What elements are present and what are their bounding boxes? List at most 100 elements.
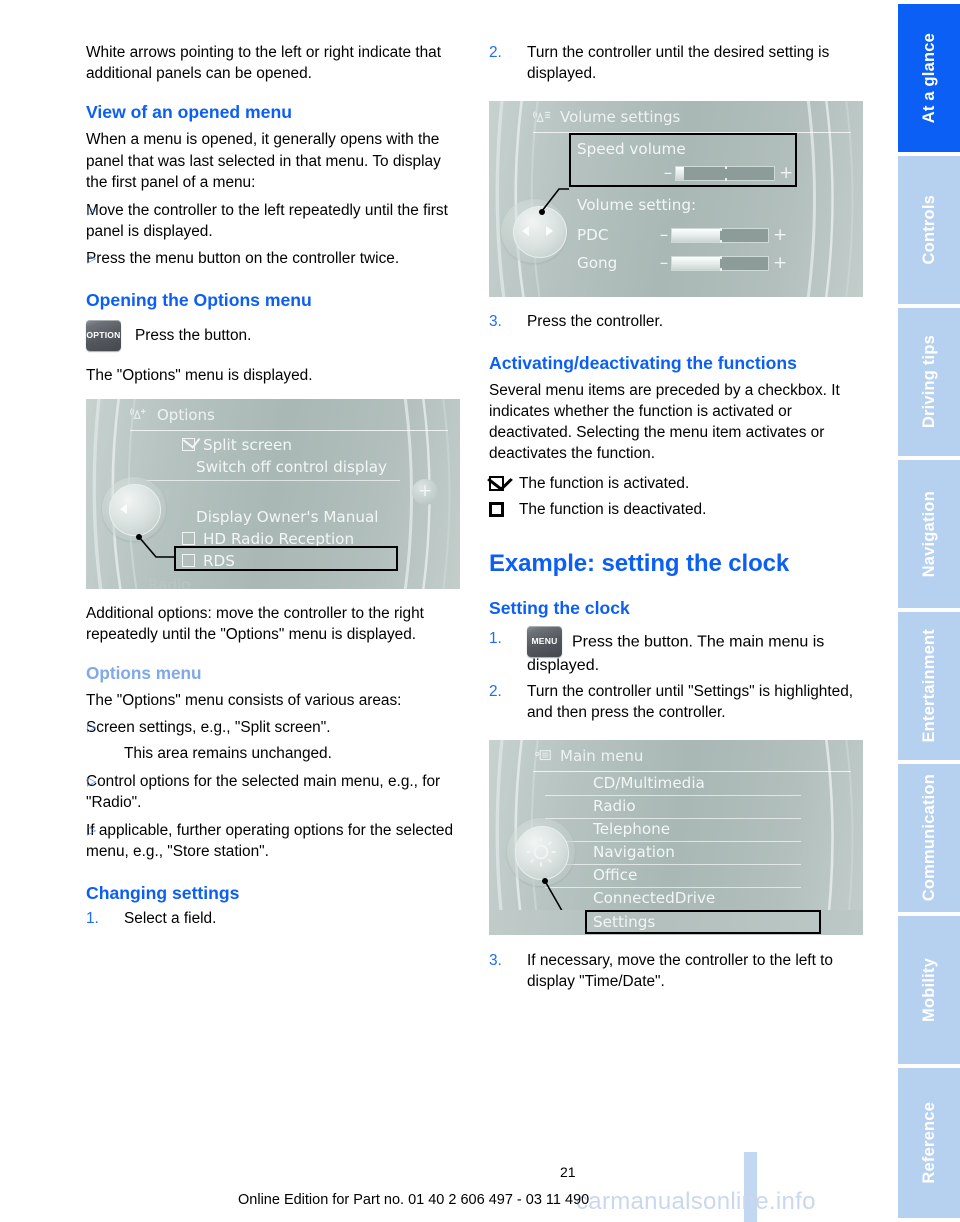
clock-step-1-row: 1. MENU Press the button. The main menu i… bbox=[489, 625, 863, 675]
cid-item-radio[interactable]: Radio bbox=[593, 796, 636, 816]
cid-selection-highlight bbox=[174, 545, 398, 571]
cid-header: Options bbox=[130, 406, 448, 431]
cid-item-connecteddrive[interactable]: ConnectedDrive bbox=[593, 888, 715, 908]
arrow-right-icon bbox=[546, 226, 553, 237]
cid-header: Volume settings bbox=[533, 108, 851, 134]
left-column: White arrows pointing to the left or rig… bbox=[86, 42, 460, 931]
checkbox-activated-row: The function is activated. bbox=[487, 469, 863, 494]
cid-item-label: Radio bbox=[148, 575, 191, 589]
menu-button-icon[interactable]: MENU bbox=[527, 625, 562, 657]
minus-label[interactable]: – bbox=[657, 253, 671, 273]
cid-selection-highlight bbox=[569, 133, 797, 188]
cid-selection-highlight bbox=[585, 910, 821, 935]
changing-step-1: 1. Select a field. bbox=[86, 908, 460, 929]
step-number: 2. bbox=[489, 44, 502, 61]
chapter-sidebar: At a glance Controls Driving tips Naviga… bbox=[888, 0, 960, 1222]
option-button-icon[interactable]: OPTION bbox=[86, 319, 121, 351]
checkbox-checked-icon[interactable] bbox=[182, 438, 195, 452]
leader-dot bbox=[136, 533, 142, 540]
list-item: ▷ Screen settings, e.g., "Split screen". bbox=[86, 717, 460, 738]
list-item: ▷ If applicable, further operating optio… bbox=[86, 820, 460, 862]
sidebar-tab-navigation[interactable]: Navigation bbox=[898, 460, 960, 608]
cid-item-office[interactable]: Office bbox=[593, 865, 637, 885]
cid-item-pdc[interactable]: PDC bbox=[577, 225, 608, 245]
view-body-paragraph: When a menu is opened, it generally open… bbox=[86, 131, 441, 191]
arrow-left-icon bbox=[120, 503, 127, 514]
cid-item-display-owners-manual[interactable]: Display Owner's Manual bbox=[196, 507, 379, 527]
options-bullet-list: ▷ Screen settings, e.g., "Split screen".… bbox=[86, 717, 460, 862]
cid-item-label: Gong bbox=[577, 254, 618, 273]
sidebar-tab-communication[interactable]: Communication bbox=[898, 764, 960, 912]
list-item: ▷ Control options for the selected main … bbox=[86, 771, 460, 813]
checkbox-deactivated-text: The function is deactivated. bbox=[519, 500, 707, 518]
cid-screenshot-volume-settings: Volume settings Speed volume – + Volume … bbox=[489, 101, 863, 298]
heading-setting-the-clock: Setting the clock bbox=[489, 597, 630, 618]
step-number: 3. bbox=[489, 313, 502, 331]
checkbox-unchecked-icon[interactable] bbox=[182, 532, 195, 546]
view-bullet-list: ▷ Move the controller to the left repeat… bbox=[86, 200, 460, 270]
plus-label[interactable]: + bbox=[773, 253, 787, 273]
cid-item-label: PDC bbox=[577, 226, 609, 245]
sidebar-tab-mobility[interactable]: Mobility bbox=[898, 916, 960, 1064]
slider-track[interactable] bbox=[671, 255, 769, 271]
cid-item-label: Office bbox=[593, 866, 638, 885]
cid-item-telephone[interactable]: Telephone bbox=[593, 819, 670, 839]
step-3-row: 3. Press the controller. bbox=[489, 311, 863, 332]
cid-header: Main menu bbox=[533, 747, 851, 773]
slider-tick bbox=[720, 267, 722, 271]
gear-icon bbox=[526, 837, 556, 867]
list-item-text: This area remains unchanged. bbox=[124, 744, 332, 762]
slider-fill bbox=[672, 228, 720, 242]
sidebar-tab-driving-tips[interactable]: Driving tips bbox=[898, 308, 960, 456]
sidebar-tab-at-a-glance[interactable]: At a glance bbox=[898, 4, 960, 152]
plus-label[interactable]: + bbox=[773, 225, 787, 245]
controller-knob-illustration bbox=[505, 816, 577, 888]
slider-tick bbox=[720, 239, 722, 243]
cid-settings-row-wrapper: Settings bbox=[489, 910, 863, 936]
sidebar-tab-label: Communication bbox=[919, 774, 938, 902]
cid-title: Volume settings bbox=[560, 108, 681, 127]
cid-item-label: Navigation bbox=[593, 843, 675, 862]
slider-gong[interactable]: – + bbox=[657, 253, 788, 273]
cid-title: Main menu bbox=[560, 747, 644, 766]
cid-item-label: Telephone bbox=[593, 820, 671, 839]
sidebar-tab-label: Navigation bbox=[919, 490, 938, 578]
checkbox-unchecked-glyph bbox=[489, 499, 519, 520]
cid-header-underline bbox=[533, 771, 851, 773]
right-column: 2. Turn the controller until the desired… bbox=[487, 42, 863, 995]
checkbox-checked-glyph bbox=[487, 469, 519, 494]
heading-opening-options-menu: Opening the Options menu bbox=[86, 289, 312, 310]
cid-screenshot-main-menu: Main menu CD/Multimedia Radio Telephone … bbox=[489, 740, 863, 936]
step-number: 1. bbox=[489, 629, 502, 647]
list-item: ▷ Press the menu button on the controlle… bbox=[86, 248, 460, 269]
cid-item-navigation[interactable]: Navigation bbox=[593, 842, 675, 862]
controller-knob-illustration bbox=[98, 473, 170, 545]
cid-item-gong[interactable]: Gong bbox=[577, 253, 617, 273]
sidebar-tab-entertainment[interactable]: Entertainment bbox=[898, 612, 960, 760]
sidebar-tab-label: Controls bbox=[919, 195, 938, 265]
sidebar-tab-label: Reference bbox=[919, 1102, 938, 1184]
plus-button-icon[interactable]: + bbox=[412, 478, 438, 505]
cid-header-underline bbox=[130, 429, 448, 431]
sidebar-tab-controls[interactable]: Controls bbox=[898, 156, 960, 304]
cid-item-label: Volume setting: bbox=[577, 196, 697, 215]
slider-tick bbox=[720, 227, 722, 231]
controller-knob-illustration bbox=[499, 195, 577, 267]
cid-item-split-screen[interactable]: Split screen bbox=[182, 435, 292, 455]
options-displayed-text: The "Options" menu is displayed. bbox=[86, 366, 313, 384]
list-item-text: Screen settings, e.g., "Split screen". bbox=[86, 719, 331, 737]
cid-divider bbox=[146, 479, 400, 481]
clock-step-2-row: 2. Turn the controller until "Settings" … bbox=[489, 681, 863, 723]
step-text: Select a field. bbox=[124, 909, 217, 927]
cid-section-label-volume-setting: Volume setting: bbox=[577, 195, 696, 215]
cid-item-switch-off-display[interactable]: Switch off control display bbox=[196, 457, 387, 477]
list-item-text: Move the controller to the left repeated… bbox=[86, 202, 448, 241]
minus-label[interactable]: – bbox=[657, 225, 671, 245]
list-item: ▷ Move the controller to the left repeat… bbox=[86, 200, 460, 242]
arrow-left-icon bbox=[522, 226, 529, 237]
cid-item-cd-multimedia[interactable]: CD/Multimedia bbox=[593, 773, 705, 793]
cid-screenshot-options: Options Split screen Switch off control … bbox=[86, 398, 460, 589]
slider-track[interactable] bbox=[671, 227, 769, 243]
slider-pdc[interactable]: – + bbox=[657, 225, 788, 245]
